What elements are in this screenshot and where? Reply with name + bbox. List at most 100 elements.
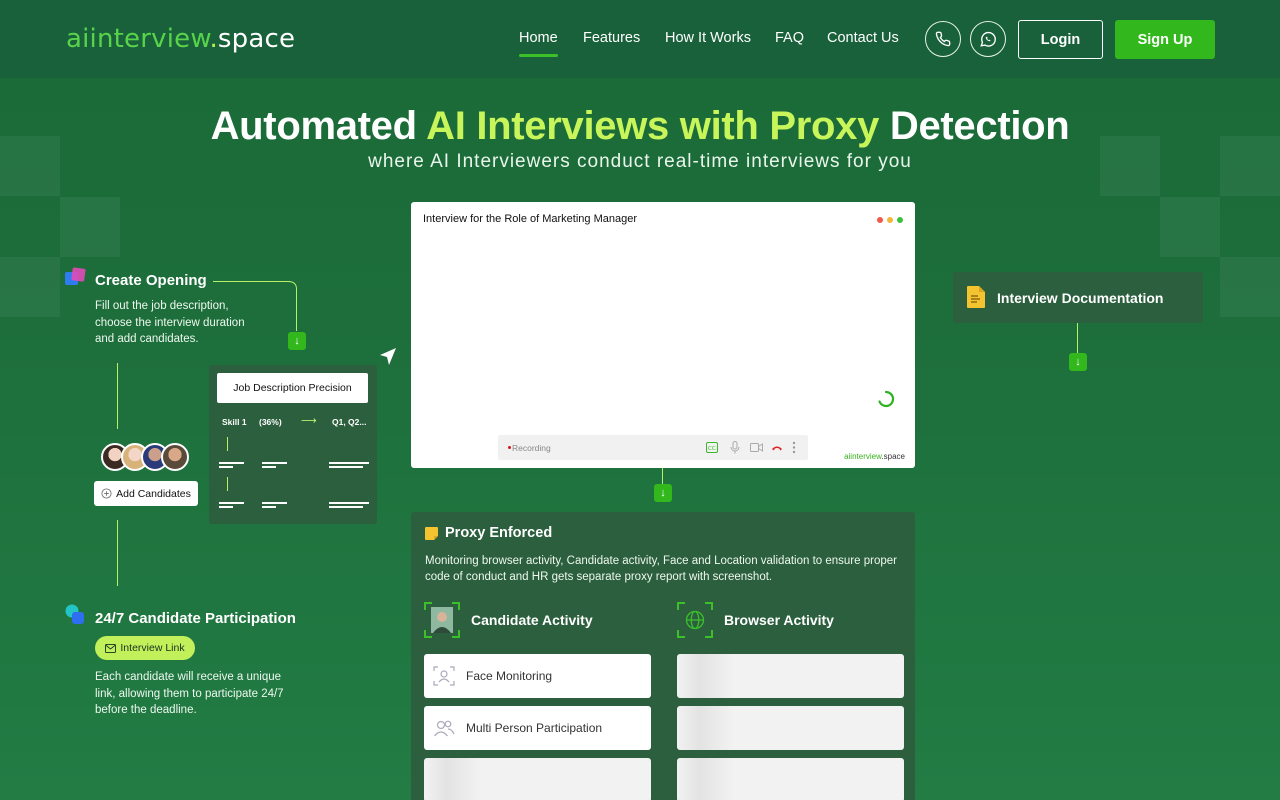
create-opening-description: Fill out the job description, choose the… xyxy=(95,300,245,345)
globe-icon xyxy=(685,610,705,630)
interview-link-badge[interactable]: Interview Link xyxy=(95,636,195,660)
candidate-activity-header: Candidate Activity xyxy=(424,602,593,638)
activity-placeholder xyxy=(677,654,904,698)
arrow-down-icon: ↓ xyxy=(288,332,306,350)
phone-button[interactable] xyxy=(925,21,961,57)
loading-spinner-icon xyxy=(878,390,895,408)
window-dot-green xyxy=(897,217,903,223)
multi-person-item[interactable]: Multi Person Participation xyxy=(424,706,651,750)
add-candidates-button[interactable]: Add Candidates xyxy=(94,481,198,506)
decor-square xyxy=(1160,197,1220,257)
participation-description: Each candidate will receive a unique lin… xyxy=(95,671,284,716)
job-description-button[interactable]: Job Description Precision xyxy=(217,373,368,403)
skill-label: Skill 1 xyxy=(222,417,247,427)
captions-icon[interactable]: CC xyxy=(706,442,718,453)
jd-bar xyxy=(219,502,244,504)
opening-icon xyxy=(65,267,86,285)
jd-bar xyxy=(329,462,369,464)
participation-title: 24/7 Candidate Participation xyxy=(95,610,296,627)
decor-square xyxy=(1220,257,1280,317)
interview-video-window: Interview for the Role of Marketing Mana… xyxy=(411,202,915,468)
connector-line xyxy=(117,363,118,429)
activity-placeholder xyxy=(677,758,904,800)
participation-icon xyxy=(65,604,84,624)
hero-subtitle: where AI Interviewers conduct real-time … xyxy=(368,151,912,172)
add-candidates-label: Add Candidates xyxy=(116,487,191,500)
logo-text-space: space xyxy=(217,24,296,54)
end-call-icon[interactable] xyxy=(771,444,783,452)
hero-title: Automated AI Interviews with Proxy Detec… xyxy=(0,104,1280,149)
whatsapp-icon xyxy=(980,31,996,47)
note-icon xyxy=(425,527,438,540)
activity-placeholder xyxy=(424,758,651,800)
video-watermark: aiinterview.space xyxy=(844,452,905,461)
documentation-title: Interview Documentation xyxy=(997,290,1164,306)
more-options-icon[interactable] xyxy=(792,441,796,454)
jd-bar xyxy=(329,502,369,504)
question-label: Q1, Q2... xyxy=(332,417,367,427)
jd-bar xyxy=(219,506,233,508)
jd-bar xyxy=(219,466,233,468)
jd-bar xyxy=(329,466,363,468)
skill-percentage: (36%) xyxy=(259,417,282,427)
jd-bar xyxy=(329,506,363,508)
window-dot-red xyxy=(877,217,883,223)
browser-activity-title: Browser Activity xyxy=(724,612,834,628)
hero-title-part2: Detection xyxy=(889,104,1070,148)
phone-icon xyxy=(935,31,951,47)
video-title: Interview for the Role of Marketing Mana… xyxy=(423,213,637,225)
window-dots xyxy=(877,217,903,223)
header: aiinterview.space Home Features How It W… xyxy=(0,0,1280,78)
face-monitoring-item[interactable]: Face Monitoring xyxy=(424,654,651,698)
cursor-icon xyxy=(380,348,396,365)
nav-faq[interactable]: FAQ xyxy=(775,30,804,46)
recording-toolbar: Recording CC xyxy=(498,435,808,460)
window-dot-yellow xyxy=(887,217,893,223)
watermark-ai: aiinterview xyxy=(844,452,882,461)
hero-title-part1: Automated xyxy=(210,104,417,148)
nav-home[interactable]: Home xyxy=(519,30,558,57)
recording-dot xyxy=(508,446,511,449)
signup-button[interactable]: Sign Up xyxy=(1115,20,1215,59)
proxy-enforced-card: Proxy Enforced Monitoring browser activi… xyxy=(411,512,915,800)
multi-person-label: Multi Person Participation xyxy=(466,721,603,735)
nav-features[interactable]: Features xyxy=(583,30,640,46)
create-opening-title: Create Opening xyxy=(95,272,207,289)
connector-curve xyxy=(288,281,297,331)
logo-text-ai: aiinterview xyxy=(66,24,210,54)
svg-text:CC: CC xyxy=(708,446,716,452)
jd-bar xyxy=(262,506,276,508)
connector-line xyxy=(117,520,118,586)
candidate-photo xyxy=(431,607,453,633)
jd-connector xyxy=(227,477,228,491)
avatar xyxy=(161,443,189,471)
arrow-down-icon: ↓ xyxy=(1069,353,1087,371)
logo-dot: . xyxy=(209,24,218,54)
nav-contact-us[interactable]: Contact Us xyxy=(827,30,899,46)
jd-bar xyxy=(262,502,287,504)
face-monitoring-label: Face Monitoring xyxy=(466,669,553,683)
microphone-icon[interactable] xyxy=(730,441,740,454)
arrow-right-icon: ⟶ xyxy=(301,415,317,427)
login-button[interactable]: Login xyxy=(1018,20,1103,59)
site-logo[interactable]: aiinterview.space xyxy=(66,24,295,54)
browser-frame-icon xyxy=(677,602,713,638)
arrow-down-icon: ↓ xyxy=(654,484,672,502)
jd-bar xyxy=(219,462,244,464)
interview-documentation-card: Interview Documentation xyxy=(953,272,1203,323)
connector-line xyxy=(213,281,290,282)
hero-title-highlight: AI Interviews with Proxy xyxy=(426,104,880,148)
jd-connector xyxy=(227,437,228,451)
recording-label: Recording xyxy=(512,443,551,453)
connector-line xyxy=(1077,323,1078,353)
nav-how-it-works[interactable]: How It Works xyxy=(665,30,751,46)
whatsapp-button[interactable] xyxy=(970,21,1006,57)
job-description-card: Job Description Precision Skill 1 (36%) … xyxy=(209,365,377,524)
face-scan-icon xyxy=(433,666,455,686)
document-icon xyxy=(967,286,985,308)
candidate-activity-title: Candidate Activity xyxy=(471,612,593,628)
decor-square xyxy=(60,197,120,257)
plus-circle-icon xyxy=(101,488,112,499)
interview-link-label: Interview Link xyxy=(120,642,185,654)
camera-icon[interactable] xyxy=(750,443,763,452)
